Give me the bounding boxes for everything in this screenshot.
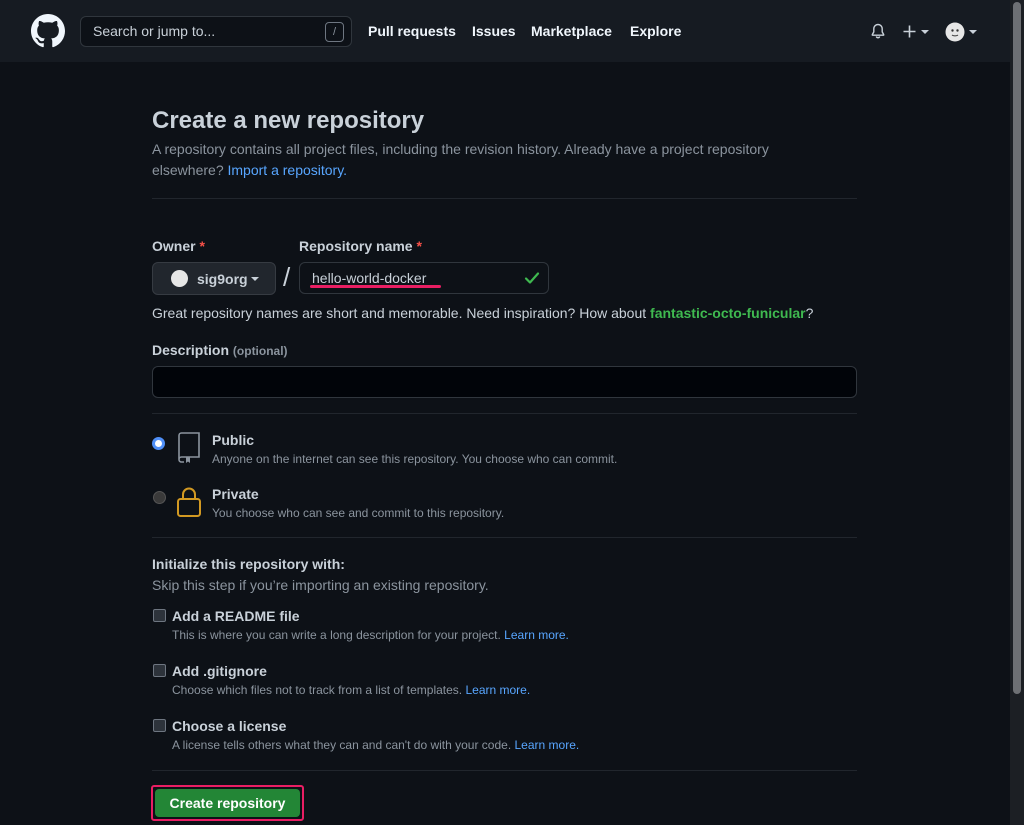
readme-description-text: This is where you can write a long descr… [172,628,501,642]
license-checkbox[interactable] [153,719,166,732]
description-label-text: Description [152,342,230,358]
hint-text: Great repository names are short and mem… [152,305,647,321]
top-header: Search or jump to... / Pull requests Iss… [0,0,1010,62]
divider [152,770,857,771]
nav-pull-requests[interactable]: Pull requests [368,23,456,39]
readme-learn-more-link[interactable]: Learn more. [504,628,569,642]
repository-name-input[interactable]: hello-world-docker [299,262,549,294]
search-input[interactable]: Search or jump to... / [80,16,352,47]
page-subtitle: A repository contains all project files,… [152,139,812,181]
owner-label-text: Owner [152,238,196,254]
gitignore-learn-more-link[interactable]: Learn more. [465,683,530,697]
search-shortcut-key: / [325,22,344,42]
nav-marketplace[interactable]: Marketplace [531,23,612,39]
repo-name-label: Repository name * [299,238,422,254]
check-icon [524,272,540,284]
repository-name-value: hello-world-docker [312,270,427,286]
highlight-underline [310,285,441,288]
initialize-subtitle: Skip this step if you’re importing an ex… [152,577,489,593]
description-optional: (optional) [232,344,288,358]
search-placeholder: Search or jump to... [93,23,216,39]
initialize-title: Initialize this repository with: [152,556,345,572]
description-input[interactable] [152,366,857,398]
license-label[interactable]: Choose a license [172,718,286,734]
nav-issues[interactable]: Issues [472,23,516,39]
github-logo-icon[interactable] [31,14,65,48]
bell-icon[interactable] [870,23,886,40]
public-title: Public [212,432,255,448]
avatar-chevron-down-icon[interactable] [969,30,977,34]
gitignore-description: Choose which files not to track from a l… [172,683,530,697]
gitignore-description-text: Choose which files not to track from a l… [172,683,463,697]
repo-name-label-text: Repository name [299,238,413,254]
owner-repo-separator: / [283,262,291,292]
lock-icon [177,487,201,517]
owner-name: sig9org [197,271,248,287]
private-radio[interactable] [153,491,166,504]
public-description: Anyone on the internet can see this repo… [212,452,618,466]
create-repository-button[interactable]: Create repository [155,789,300,817]
readme-checkbox[interactable] [153,609,166,622]
import-repository-link[interactable]: Import a repository. [228,162,348,178]
gitignore-label[interactable]: Add .gitignore [172,663,267,679]
owner-avatar-icon [171,270,188,287]
gitignore-checkbox[interactable] [153,664,166,677]
owner-select-button[interactable]: sig9org [152,262,276,295]
repo-book-icon [178,432,200,463]
public-radio[interactable] [152,437,165,450]
page-title: Create a new repository [152,107,425,134]
owner-chevron-down-icon [251,277,259,281]
scrollbar-thumb[interactable] [1013,2,1021,694]
plus-chevron-down-icon[interactable] [921,30,929,34]
plus-icon[interactable] [903,25,916,38]
divider [152,537,857,538]
nav-explore[interactable]: Explore [630,23,681,39]
description-label: Description (optional) [152,342,288,358]
repository-name-hint: Great repository names are short and mem… [152,305,813,321]
license-description: A license tells others what they can and… [172,738,579,752]
divider [152,198,857,199]
license-learn-more-link[interactable]: Learn more. [515,738,580,752]
private-description: You choose who can see and commit to thi… [212,506,505,520]
repo-name-required-mark: * [416,238,422,254]
divider [152,413,857,414]
readme-label[interactable]: Add a README file [172,608,300,624]
owner-label: Owner * [152,238,205,254]
readme-description: This is where you can write a long descr… [172,628,569,642]
avatar-icon[interactable] [945,22,965,42]
license-description-text: A license tells others what they can and… [172,738,512,752]
suggested-name-link[interactable]: fantastic-octo-funicular [650,305,806,321]
owner-required-mark: * [199,238,205,254]
hint-end: ? [805,305,814,321]
private-title: Private [212,486,259,502]
